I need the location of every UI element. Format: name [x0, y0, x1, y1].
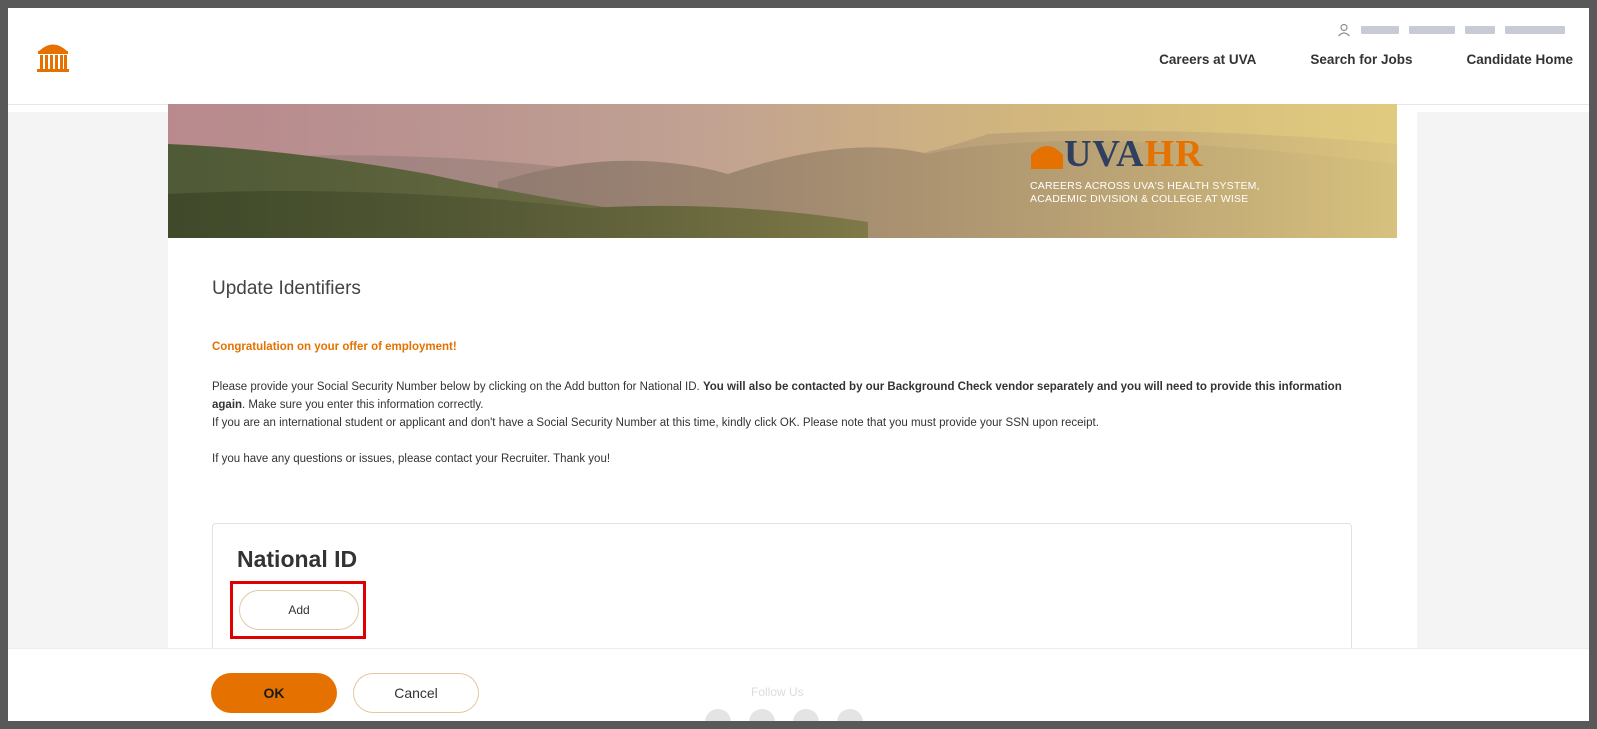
mountain-landscape-image	[168, 104, 1397, 238]
redacted-user-name	[1465, 26, 1495, 34]
uvahr-dome-icon	[1031, 146, 1063, 169]
user-icon[interactable]	[1337, 23, 1351, 37]
follow-us-label: Follow Us	[751, 685, 804, 699]
user-account-area[interactable]	[1337, 22, 1565, 38]
banner-tagline: CAREERS ACROSS UVA'S HEALTH SYSTEM, ACAD…	[1030, 180, 1260, 206]
instructions-tail: . Make sure you enter this information c…	[242, 399, 484, 411]
social-icon[interactable]	[749, 709, 775, 721]
congratulations-message: Congratulation on your offer of employme…	[212, 341, 457, 353]
top-nav: Careers at UVA Search for Jobs Candidate…	[1159, 52, 1573, 67]
redacted-user-name	[1361, 26, 1399, 34]
instructions-plain: Please provide your Social Security Numb…	[212, 381, 703, 393]
social-icon[interactable]	[705, 709, 731, 721]
cancel-button[interactable]: Cancel	[353, 673, 479, 713]
ok-button[interactable]: OK	[211, 673, 337, 713]
tagline-line-2: ACADEMIC DIVISION & COLLEGE AT WISE	[1030, 193, 1249, 205]
add-national-id-button[interactable]: Add	[239, 590, 359, 630]
national-id-title: National ID	[237, 546, 358, 572]
social-links	[705, 709, 863, 721]
uvahr-logo: UVAHR	[1030, 133, 1204, 175]
redacted-user-name	[1505, 26, 1565, 34]
instructions-paragraph-2: If you are an international student or a…	[212, 417, 1099, 429]
nav-candidate-home[interactable]: Candidate Home	[1466, 52, 1573, 67]
hero-banner: UVAHR CAREERS ACROSS UVA'S HEALTH SYSTEM…	[168, 104, 1397, 238]
side-background-left	[8, 112, 168, 721]
nav-search-for-jobs[interactable]: Search for Jobs	[1310, 52, 1412, 67]
instructions-text: Please provide your Social Security Numb…	[212, 378, 1352, 468]
social-icon[interactable]	[793, 709, 819, 721]
redacted-user-name	[1409, 26, 1455, 34]
instructions-paragraph-1: Please provide your Social Security Numb…	[212, 378, 1352, 414]
uvahr-logo-hr: HR	[1144, 133, 1204, 175]
page-title: Update Identifiers	[212, 278, 361, 299]
nav-careers-at-uva[interactable]: Careers at UVA	[1159, 52, 1256, 67]
social-icon[interactable]	[837, 709, 863, 721]
side-background-right	[1417, 112, 1589, 721]
app-frame: Careers at UVA Search for Jobs Candidate…	[0, 0, 1597, 729]
uva-rotunda-logo-icon[interactable]	[33, 36, 73, 76]
instructions-paragraph-3: If you have any questions or issues, ple…	[212, 453, 611, 465]
tagline-line-1: CAREERS ACROSS UVA'S HEALTH SYSTEM,	[1030, 180, 1260, 192]
footer-action-bar: OK Cancel Follow Us	[8, 648, 1589, 721]
uvahr-logo-uva: UVA	[1064, 133, 1145, 175]
top-header: Careers at UVA Search for Jobs Candidate…	[8, 8, 1589, 105]
